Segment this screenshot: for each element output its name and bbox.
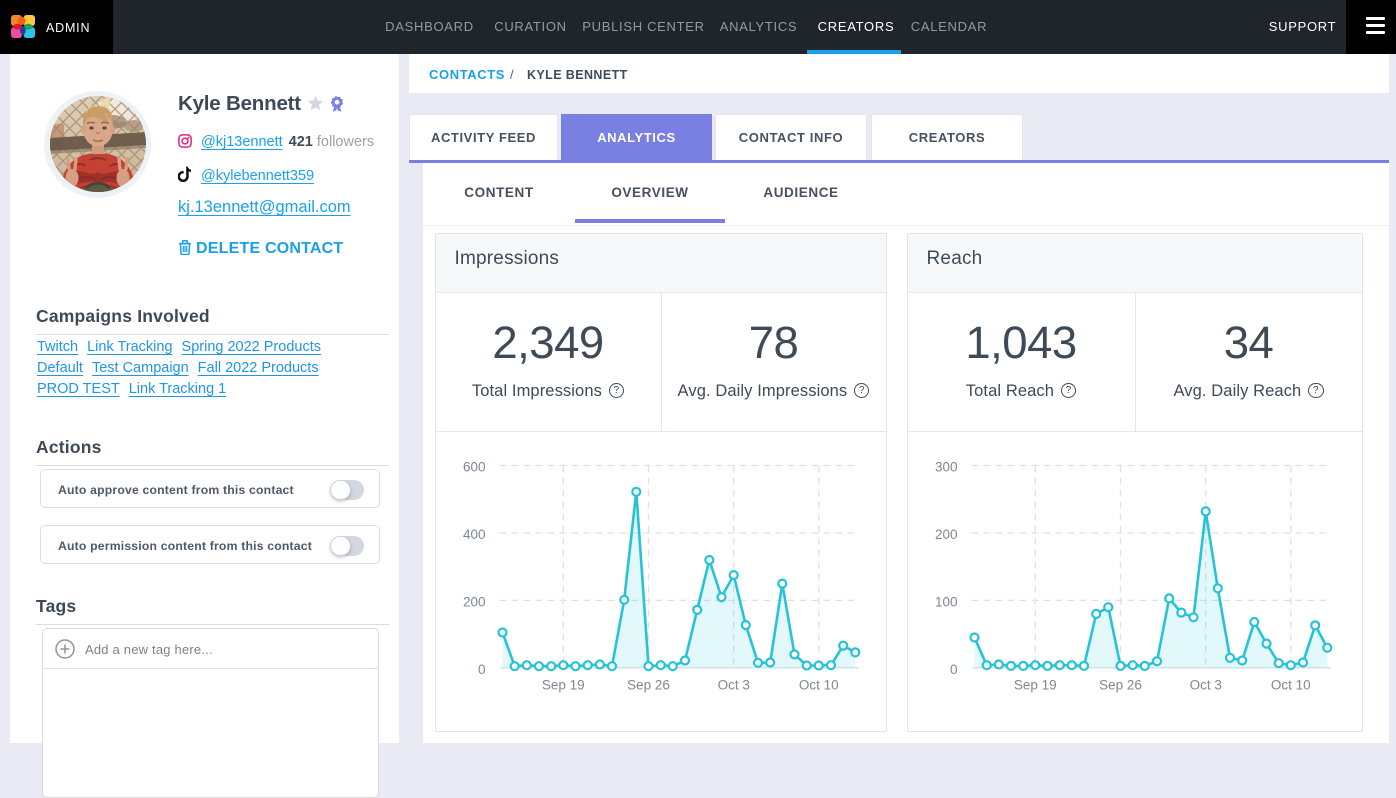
svg-text:400: 400 — [462, 527, 485, 542]
svg-text:Sep 19: Sep 19 — [541, 678, 584, 693]
svg-text:Oct 10: Oct 10 — [1270, 678, 1310, 693]
svg-text:0: 0 — [949, 662, 957, 677]
svg-text:Oct 10: Oct 10 — [798, 678, 838, 693]
svg-text:200: 200 — [934, 527, 957, 542]
svg-text:Oct 3: Oct 3 — [717, 678, 749, 693]
svg-text:100: 100 — [934, 594, 957, 609]
svg-text:Oct 3: Oct 3 — [1189, 678, 1221, 693]
svg-text:200: 200 — [462, 594, 485, 609]
svg-text:0: 0 — [477, 662, 485, 677]
svg-text:Sep 26: Sep 26 — [627, 678, 670, 693]
svg-text:Sep 19: Sep 19 — [1013, 678, 1056, 693]
svg-text:600: 600 — [462, 460, 485, 475]
svg-text:300: 300 — [934, 460, 957, 475]
svg-text:Sep 26: Sep 26 — [1099, 678, 1142, 693]
